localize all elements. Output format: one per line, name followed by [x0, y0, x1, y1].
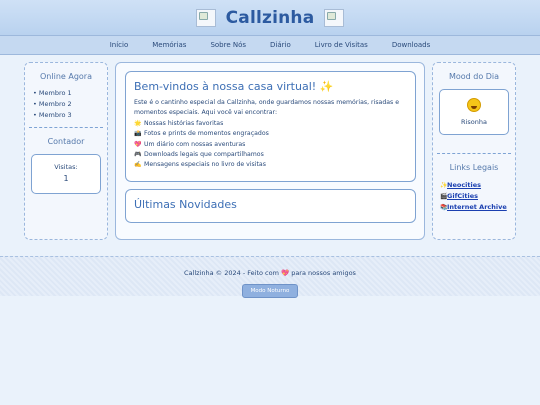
nav-item-livro-de-visitas[interactable]: Livro de Visitas [303, 41, 380, 49]
camera-icon: 📸 [134, 130, 142, 138]
list-item: 💖 Um diário com nossas aventuras [134, 140, 407, 150]
links-list: ✨Neocities 🎬GifCities 📚Internet Archive [440, 180, 515, 213]
welcome-title: Bem-vindos à nossa casa virtual! ✨ [134, 80, 334, 93]
list-item: 🎬GifCities [440, 191, 515, 202]
news-section: Últimas Novidades [125, 189, 416, 223]
list-item: 🎮 Downloads legais que compartilhamos [134, 150, 407, 160]
clapper-icon: 🎬 [440, 193, 448, 200]
list-item: 📚Internet Archive [440, 202, 515, 213]
mood-box: Risonha [439, 89, 509, 135]
list-item: 📸 Fotos e prints de momentos engraçados [134, 129, 407, 139]
broken-image-icon [324, 8, 345, 27]
books-icon: 📚 [440, 204, 448, 211]
site-header: Callzinha [0, 0, 540, 36]
nav-item-inicio[interactable]: Início [98, 41, 141, 49]
member-item: Membro 1 [33, 88, 107, 99]
welcome-section: Bem-vindos à nossa casa virtual! ✨ Este … [125, 71, 416, 182]
right-sidebar: Mood do Dia Risonha Links Legais ✨Neocit… [432, 62, 516, 240]
link-internet-archive[interactable]: Internet Archive [447, 203, 507, 211]
online-now-heading: Online Agora [40, 72, 92, 81]
features-list: 🌟 Nossas histórias favoritas 📸 Fotos e pri… [134, 119, 407, 170]
list-item: 🌟 Nossas histórias favoritas [134, 119, 407, 129]
left-sidebar: Online Agora Membro 1 Membro 2 Membro 3 … [24, 62, 108, 240]
mood-text: Risonha [461, 118, 487, 126]
welcome-intro: Este é o cantinho especial da Callzinha,… [134, 99, 400, 116]
main-nav: Início Memórias Sobre Nós Diário Livro d… [0, 36, 540, 55]
sparkles-icon: ✨ [440, 182, 448, 189]
footer-text: Callzinha © 2024 - Feito com 💖 para noss… [184, 269, 356, 277]
gamepad-icon: 🎮 [134, 150, 142, 158]
links-heading: Links Legais [449, 163, 499, 172]
nav-item-memorias[interactable]: Memórias [140, 41, 198, 49]
divider [437, 153, 511, 154]
divider [29, 127, 103, 128]
list-item: ✨Neocities [440, 180, 515, 191]
broken-image-icon [195, 8, 216, 27]
site-title: Callzinha [225, 7, 315, 28]
link-gifcities[interactable]: GifCities [447, 192, 478, 200]
online-members-list: Membro 1 Membro 2 Membro 3 [33, 88, 107, 121]
footer: Callzinha © 2024 - Feito com 💖 para noss… [0, 256, 540, 298]
visits-label: Visitas: [54, 163, 78, 171]
member-item: Membro 3 [33, 110, 107, 121]
heart-icon: 💖 [134, 140, 142, 148]
dark-mode-button[interactable]: Modo Noturno [241, 284, 299, 298]
nav-item-sobre-nos[interactable]: Sobre Nós [198, 41, 258, 49]
counter-heading: Contador [47, 137, 85, 146]
star-icon: 🌟 [134, 120, 142, 127]
list-item: ✍️ Mensagens especiais no livro de visita… [134, 160, 407, 170]
main-content: Bem-vindos à nossa casa virtual! ✨ Este … [115, 62, 425, 240]
rofl-emoji-icon [467, 98, 481, 112]
visit-counter: Visitas: 1 [31, 154, 101, 194]
mood-heading: Mood do Dia [448, 72, 500, 81]
nav-item-diario[interactable]: Diário [258, 41, 303, 49]
news-title: Últimas Novidades [134, 198, 237, 211]
member-item: Membro 2 [33, 99, 107, 110]
nav-item-downloads[interactable]: Downloads [380, 41, 442, 49]
link-neocities[interactable]: Neocities [447, 181, 481, 189]
visits-count: 1 [63, 174, 69, 183]
heart-icon: 💖 [281, 269, 290, 277]
writing-hand-icon: ✍️ [134, 161, 142, 169]
